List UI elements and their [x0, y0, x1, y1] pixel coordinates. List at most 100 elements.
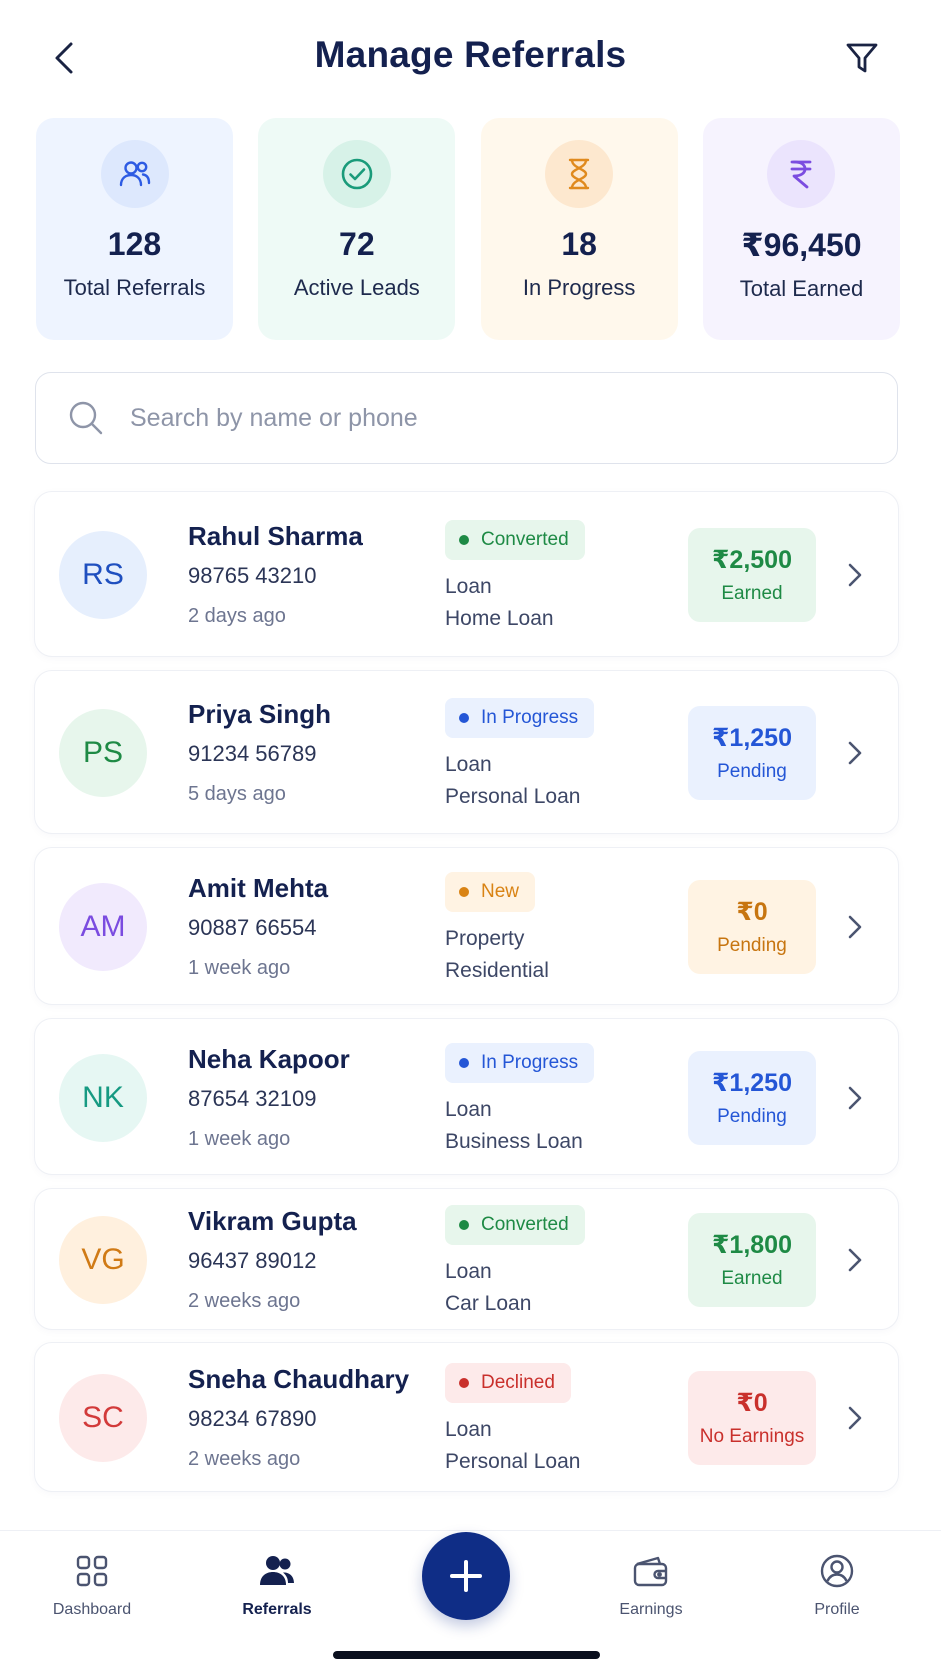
chevron-right-icon[interactable]: [841, 1398, 869, 1438]
wallet-icon: [631, 1551, 671, 1591]
referral-phone: 98234 67890: [188, 1406, 317, 1431]
referral-name: Amit Mehta: [188, 873, 329, 903]
search-bar[interactable]: [35, 372, 898, 464]
referral-name: Sneha Chaudhary: [188, 1364, 410, 1394]
stat-label: Total Earned: [739, 276, 864, 301]
referral-row[interactable]: NK Neha Kapoor 87654 32109 1 week ago In…: [34, 1018, 899, 1175]
avatar: AM: [59, 883, 147, 971]
referral-phone: 91234 56789: [188, 741, 317, 766]
filter-button[interactable]: [840, 36, 884, 80]
search-icon: [64, 396, 108, 440]
status-badge: Converted: [445, 520, 585, 560]
stat-icon-bg: [322, 140, 391, 208]
referral-subcategory: Home Loan: [445, 607, 554, 630]
chevron-right-icon[interactable]: [841, 733, 869, 773]
tab-label: Referrals: [242, 1601, 312, 1618]
tab-earnings[interactable]: Earnings: [581, 1551, 721, 1619]
stat-card-in-progress[interactable]: 18 In Progress: [480, 118, 678, 340]
header: Manage Referrals: [0, 0, 941, 112]
check-circle-icon: [341, 158, 373, 190]
referral-row[interactable]: RS Rahul Sharma 98765 43210 2 days ago C…: [34, 491, 899, 657]
earnings-label: Pending: [717, 935, 787, 956]
chevron-right-icon[interactable]: [841, 1078, 869, 1118]
stats-row: 128 Total Referrals 72 Active Leads 18 I…: [36, 118, 900, 340]
earnings-badge: ₹1,250 Pending: [688, 1050, 816, 1145]
stat-icon-bg: [767, 140, 836, 208]
earnings-label: Pending: [717, 761, 787, 782]
add-referral-button[interactable]: [422, 1532, 510, 1620]
earnings-amount: ₹1,250: [712, 1068, 792, 1097]
status-dot: [459, 1220, 469, 1230]
earnings-badge: ₹0 Pending: [688, 880, 816, 974]
status-badge: New: [445, 872, 536, 912]
earnings-label: Pending: [717, 1105, 787, 1127]
chevron-right-icon[interactable]: [841, 555, 869, 595]
status-badge: In Progress: [445, 1042, 595, 1083]
referral-subcategory: Car Loan: [445, 1292, 532, 1315]
referral-time: 1 week ago: [188, 957, 291, 979]
stat-label: Active Leads: [293, 275, 420, 300]
home-indicator: [333, 1651, 600, 1659]
status-dot: [459, 887, 469, 897]
earnings-label: Earned: [721, 583, 783, 604]
referral-category: Property: [445, 927, 525, 950]
referral-row[interactable]: SC Sneha Chaudhary 98234 67890 2 weeks a…: [34, 1342, 899, 1492]
tab-dashboard[interactable]: Dashboard: [22, 1551, 162, 1619]
tab-label: Dashboard: [52, 1601, 132, 1618]
referral-subcategory: Personal Loan: [445, 1450, 581, 1473]
referral-time: 2 days ago: [188, 605, 286, 627]
earnings-amount: ₹0: [736, 898, 768, 926]
earnings-badge: ₹0 No Earnings: [688, 1371, 816, 1465]
stat-card-active-leads[interactable]: 72 Active Leads: [258, 118, 456, 340]
stat-value: ₹96,450: [741, 227, 862, 263]
page-title: Manage Referrals: [314, 34, 627, 75]
referral-row[interactable]: PS Priya Singh 91234 56789 5 days ago In…: [34, 670, 899, 834]
tab-referrals[interactable]: Referrals: [207, 1551, 347, 1619]
tab-label: Profile: [814, 1601, 860, 1618]
referral-category: Loan: [445, 1418, 492, 1441]
stat-card-total-referrals[interactable]: 128 Total Referrals: [36, 118, 233, 340]
status-dot: [459, 713, 469, 723]
referral-subcategory: Business Loan: [445, 1129, 583, 1153]
stat-card-total-earned[interactable]: ₹96,450 Total Earned: [702, 118, 900, 340]
avatar: NK: [59, 1053, 147, 1142]
avatar: VG: [59, 1216, 147, 1304]
referral-row[interactable]: VG Vikram Gupta 96437 89012 2 weeks ago …: [34, 1188, 899, 1330]
stat-value: 72: [339, 226, 375, 262]
status-label: Declined: [481, 1372, 555, 1393]
earnings-amount: ₹1,800: [712, 1231, 792, 1259]
stat-icon-bg: [545, 140, 614, 208]
referral-category: Loan: [445, 1097, 492, 1121]
referral-phone: 96437 89012: [188, 1248, 317, 1273]
referral-row[interactable]: AM Amit Mehta 90887 66554 1 week ago New…: [34, 847, 899, 1005]
chevron-right-icon[interactable]: [841, 907, 869, 947]
earnings-badge: ₹1,800 Earned: [688, 1213, 816, 1307]
earnings-badge: ₹2,500 Earned: [688, 528, 816, 622]
referral-phone: 90887 66554: [188, 915, 317, 940]
profile-icon: [817, 1551, 857, 1591]
tab-profile[interactable]: Profile: [767, 1551, 907, 1619]
status-badge: Converted: [445, 1205, 585, 1245]
earnings-amount: ₹0: [736, 1389, 768, 1417]
stat-icon-bg: [100, 140, 169, 208]
referral-category: Loan: [445, 1260, 492, 1283]
search-input[interactable]: [130, 403, 850, 433]
referral-name: Vikram Gupta: [188, 1206, 357, 1236]
referral-name: Neha Kapoor: [188, 1043, 350, 1074]
status-label: New: [481, 881, 520, 902]
earnings-label: Earned: [721, 1268, 783, 1289]
users-icon: [257, 1551, 297, 1591]
referral-time: 1 week ago: [188, 1127, 291, 1150]
earnings-amount: ₹1,250: [712, 724, 792, 752]
chevron-right-icon[interactable]: [841, 1240, 869, 1280]
referral-phone: 87654 32109: [188, 1085, 317, 1111]
referral-subcategory: Personal Loan: [445, 785, 581, 808]
stat-label: In Progress: [522, 275, 636, 300]
status-badge: Declined: [445, 1363, 571, 1403]
referral-category: Loan: [445, 575, 492, 598]
referral-phone: 98765 43210: [188, 563, 317, 588]
plus-icon: [450, 1560, 482, 1592]
stat-label: Total Referrals: [63, 275, 206, 300]
users-icon: [119, 161, 150, 187]
earnings-amount: ₹2,500: [712, 546, 792, 574]
